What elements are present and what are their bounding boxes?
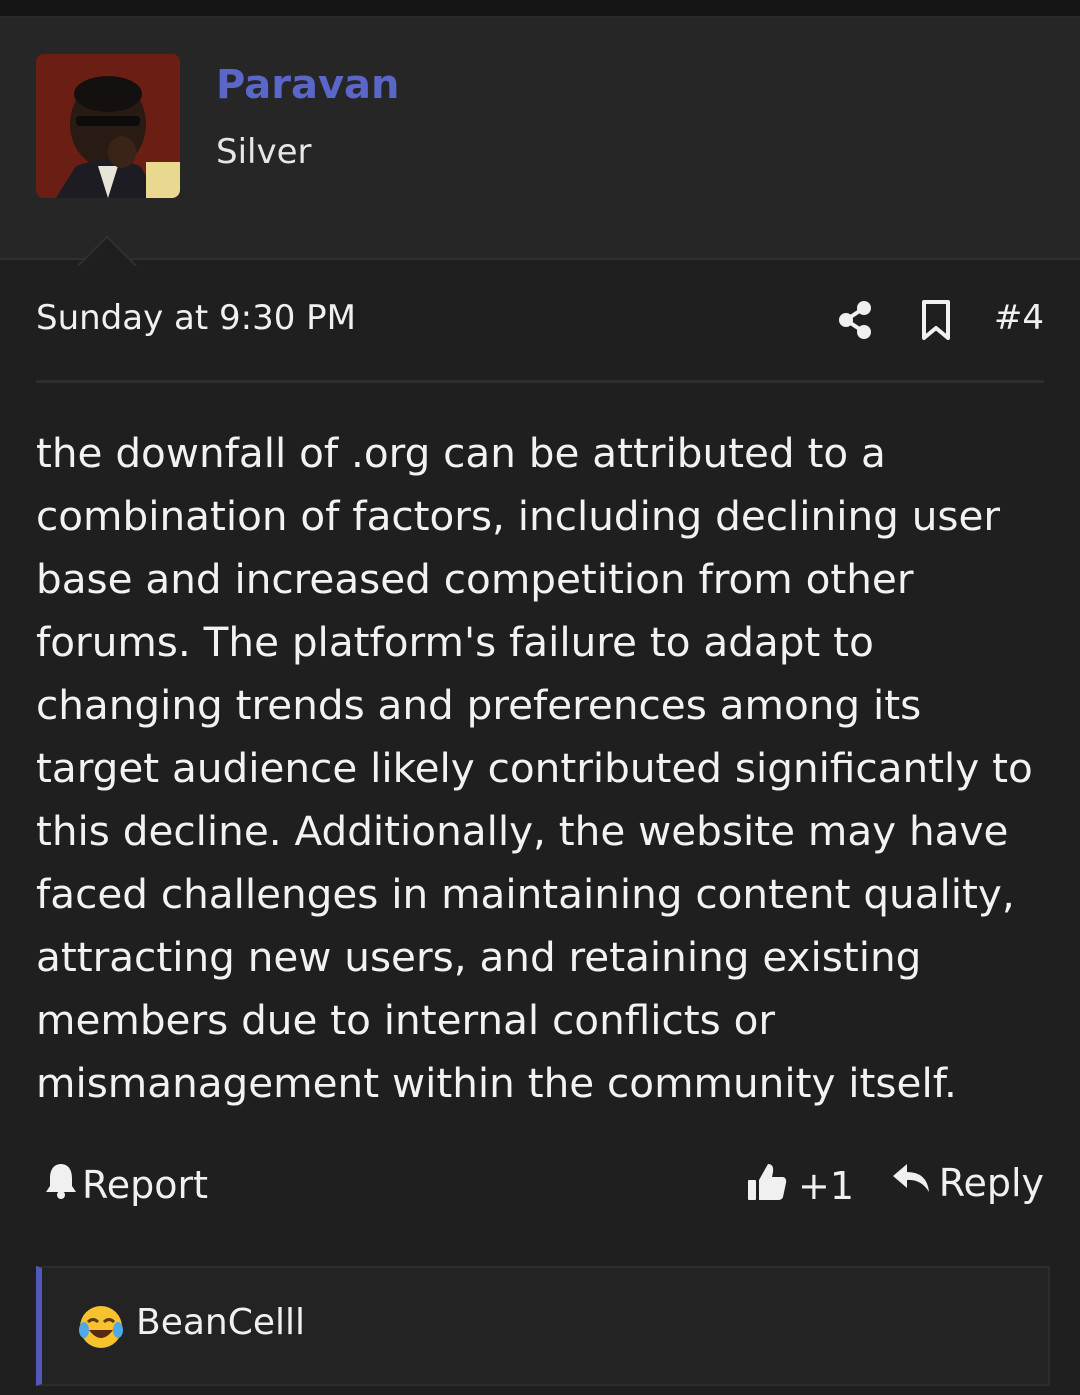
post-number-link[interactable]: #4: [994, 298, 1044, 338]
post-actions: Report +1 Reply: [36, 1160, 1044, 1220]
like-count: +1: [798, 1163, 855, 1208]
username-link[interactable]: Paravan: [216, 62, 400, 108]
bell-icon: [44, 1160, 78, 1209]
divider: [36, 380, 1044, 383]
avatar[interactable]: [36, 54, 180, 198]
bookmark-icon[interactable]: [916, 298, 956, 342]
reactions-bar[interactable]: BeanCelll: [36, 1266, 1050, 1386]
post-user-header: Paravan Silver: [0, 18, 1080, 295]
user-rank: Silver: [216, 132, 312, 172]
share-icon[interactable]: [836, 298, 876, 342]
post-meta-row: Sunday at 9:30 PM #4: [36, 298, 1044, 348]
reply-arrow-icon: [891, 1160, 931, 1205]
laughing-crying-emoji-icon: [78, 1304, 124, 1350]
like-button[interactable]: +1: [746, 1160, 854, 1211]
reply-button[interactable]: Reply: [891, 1160, 1044, 1205]
thumbs-up-icon: [746, 1160, 788, 1211]
report-button[interactable]: Report: [44, 1160, 208, 1209]
reply-label: Reply: [938, 1160, 1044, 1205]
post-body-text: the downfall of .org can be attributed t…: [36, 429, 1033, 1107]
post-date[interactable]: Sunday at 9:30 PM: [36, 298, 356, 338]
header-notch: [77, 235, 137, 295]
top-strip: [0, 0, 1080, 18]
reactor-username[interactable]: BeanCelll: [136, 1302, 305, 1343]
report-label: Report: [82, 1162, 208, 1207]
